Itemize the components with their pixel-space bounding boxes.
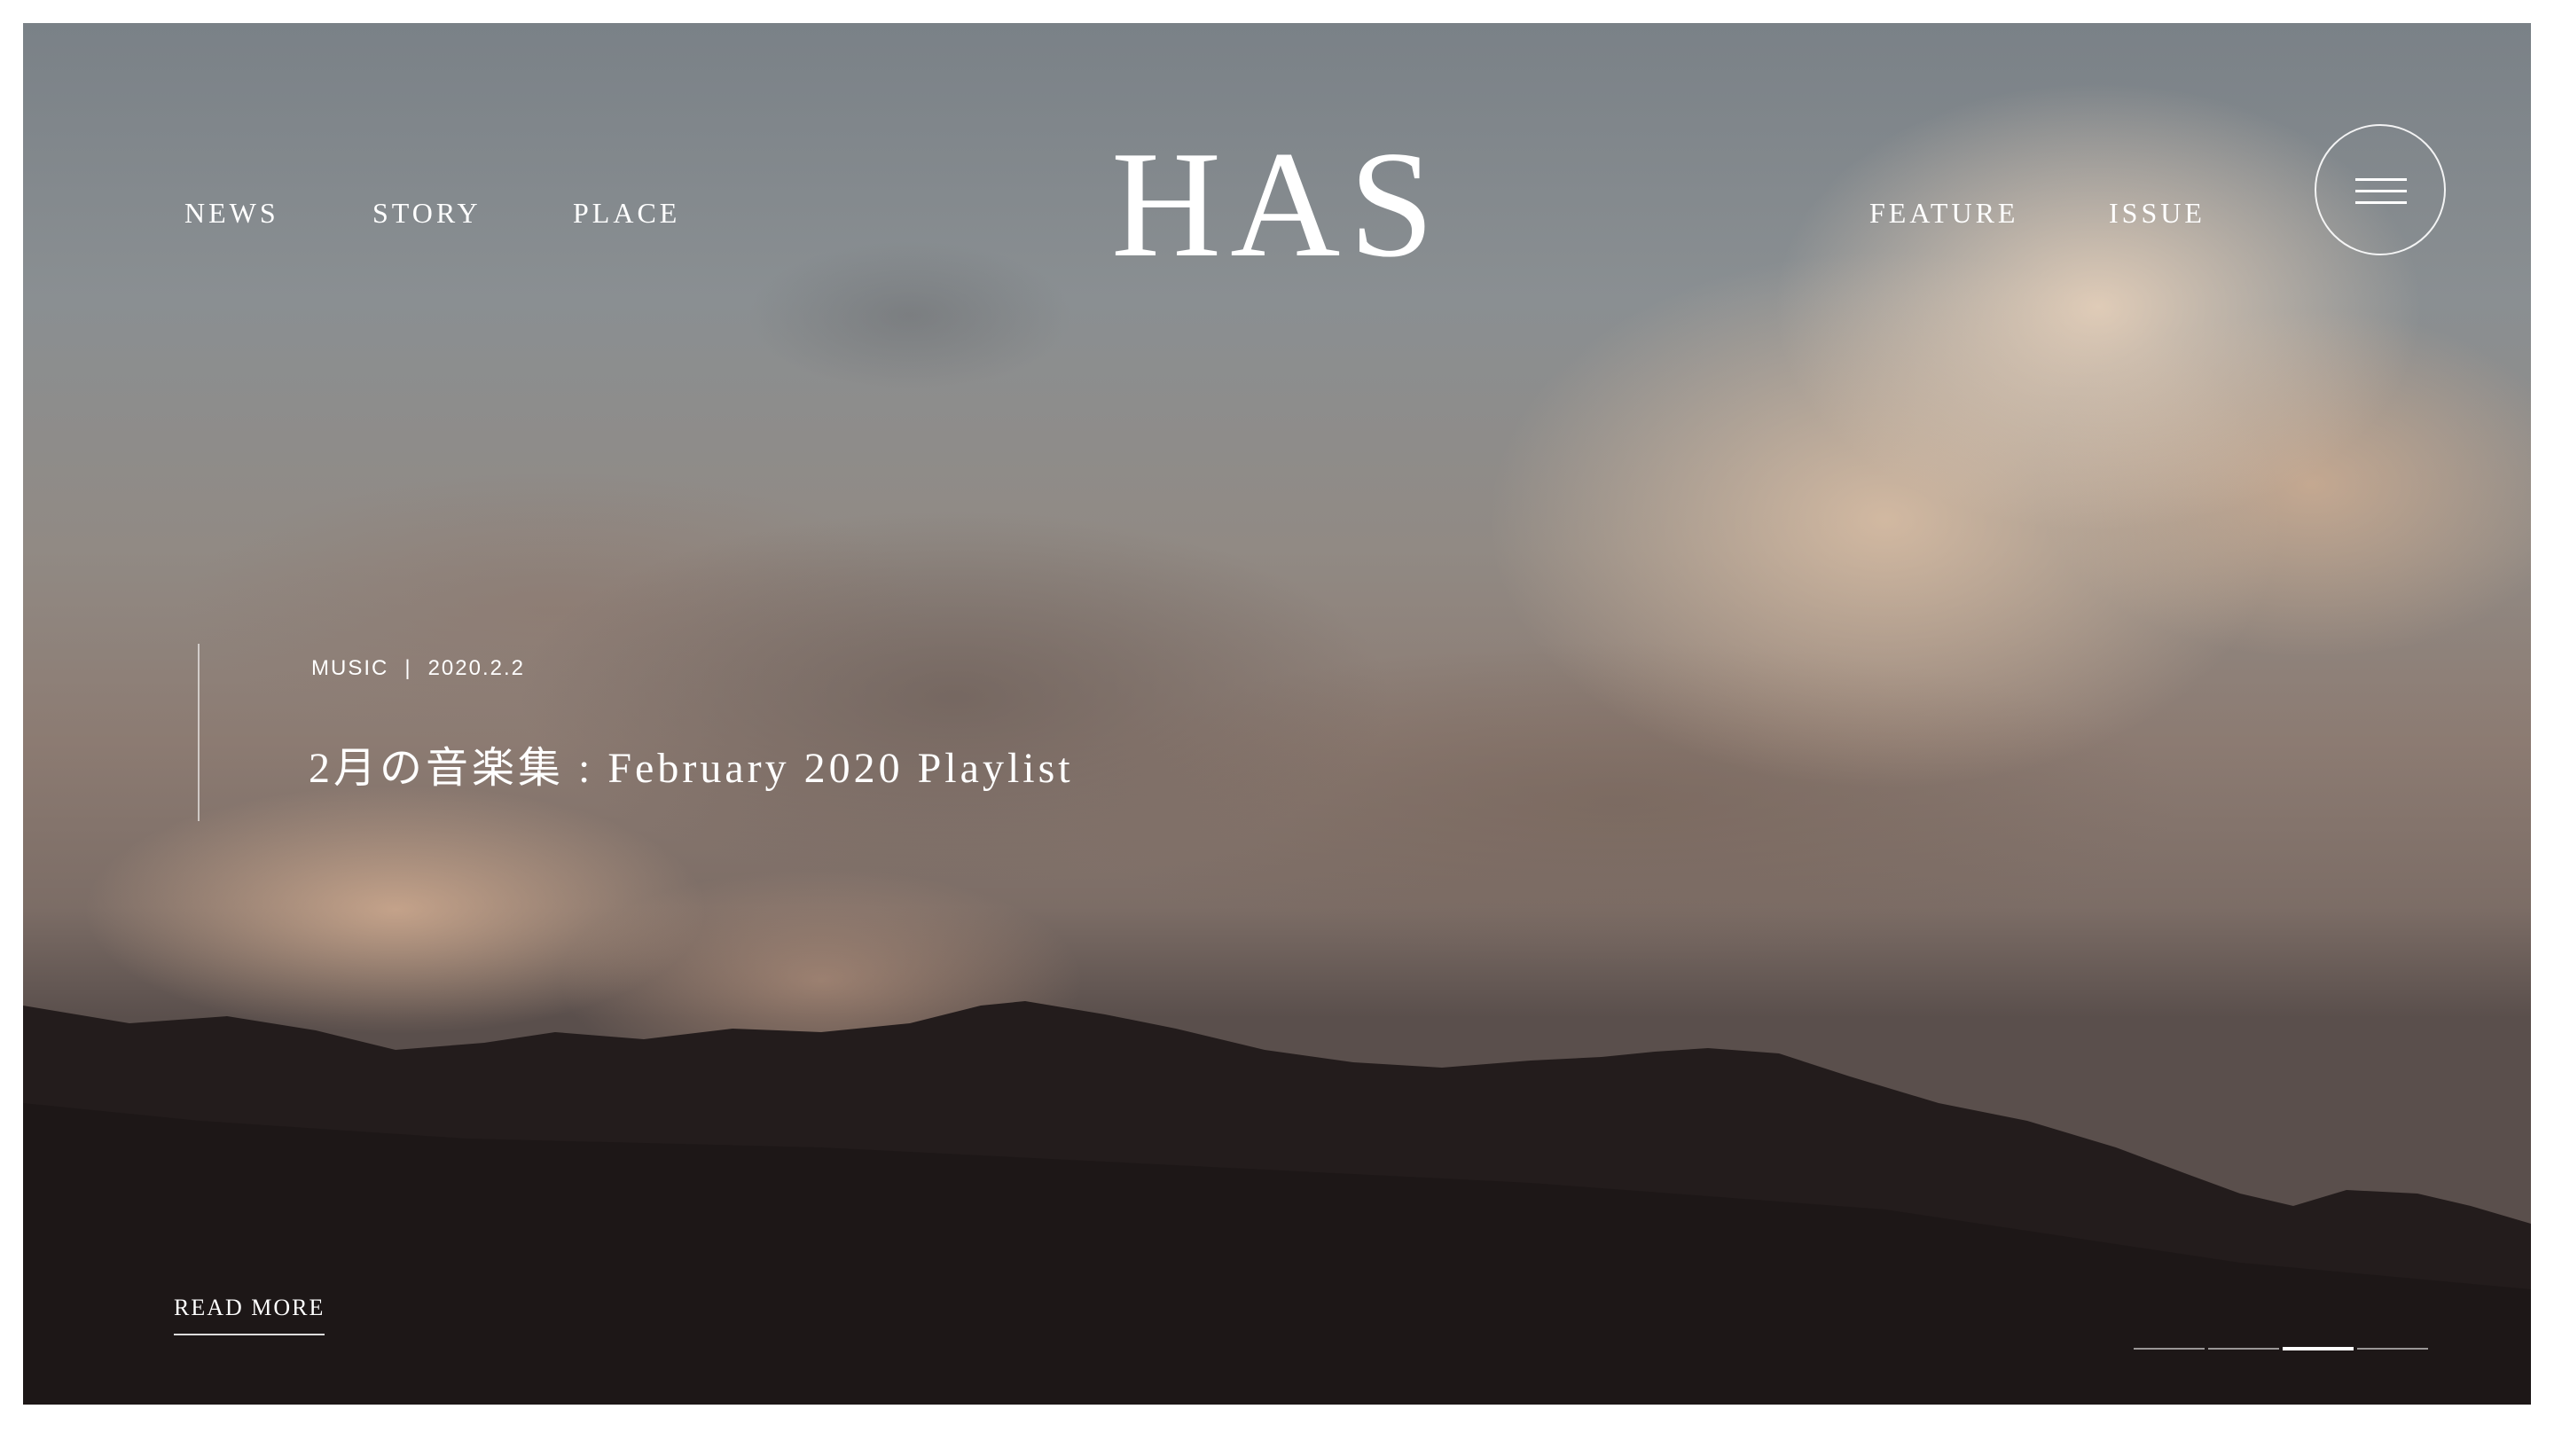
teaser-divider [198, 644, 200, 821]
slide-indicator-3[interactable] [2283, 1347, 2354, 1350]
article-meta: MUSIC | 2020.2.2 [311, 656, 525, 681]
slide-indicator-2[interactable] [2208, 1348, 2279, 1350]
article-title[interactable]: 2月の音楽集 : February 2020 Playlist [309, 732, 1074, 795]
nav-link-place[interactable]: PLACE [573, 197, 680, 230]
slide-indicators [2134, 1347, 2432, 1351]
article-category: MUSIC [311, 656, 389, 680]
article-date: 2020.2.2 [427, 656, 525, 680]
slide-indicator-1[interactable] [2134, 1348, 2205, 1350]
hero-slider: NEWS STORY PLACE HAS FEATURE ISSUE MUSIC… [23, 23, 2531, 1405]
meta-separator: | [404, 656, 412, 680]
slide-indicator-4[interactable] [2357, 1348, 2428, 1350]
nav-link-issue[interactable]: ISSUE [2109, 197, 2205, 230]
nav-link-story[interactable]: STORY [372, 197, 482, 230]
mountain-silhouette [23, 1001, 2531, 1405]
read-more-link[interactable]: READ MORE [174, 1295, 325, 1335]
site-logo[interactable]: HAS [1011, 129, 1543, 281]
menu-button[interactable] [2315, 124, 2446, 255]
nav-link-feature[interactable]: FEATURE [1869, 197, 2018, 230]
nav-link-news[interactable]: NEWS [184, 197, 279, 230]
